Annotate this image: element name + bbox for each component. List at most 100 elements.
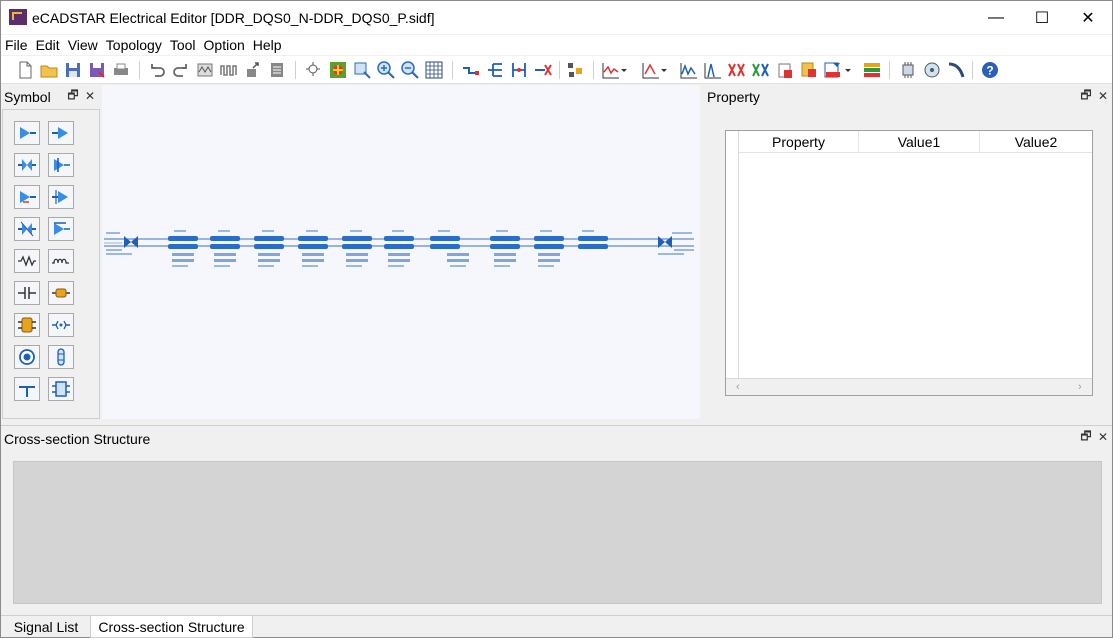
tree-icon[interactable] [484, 59, 506, 81]
schematic-canvas[interactable] [102, 85, 700, 419]
component-icon[interactable] [564, 59, 586, 81]
export-report-icon[interactable] [774, 59, 796, 81]
column-header-property[interactable]: Property [739, 131, 859, 153]
connector-icon[interactable] [14, 313, 40, 337]
row-header-gutter [726, 131, 739, 379]
menu-help[interactable]: Help [249, 35, 286, 55]
app-logo-icon [9, 9, 27, 25]
switch-icon[interactable] [48, 313, 74, 337]
redo-icon[interactable] [170, 59, 192, 81]
scroll-right-icon[interactable]: › [1078, 381, 1082, 393]
eye-dropdown-icon[interactable] [658, 59, 670, 81]
symbol-panel [2, 109, 100, 419]
disk-icon[interactable] [921, 59, 943, 81]
driver-icon[interactable] [14, 121, 40, 145]
ground-icon[interactable] [14, 377, 40, 401]
hierarchy-icon[interactable] [508, 59, 530, 81]
bidir-receiver-icon[interactable] [48, 185, 74, 209]
property-panel: Property Value1 Value2 ‹ › [704, 109, 1112, 419]
float-icon[interactable]: 🗗 [1080, 88, 1092, 103]
driver-receiver-icon[interactable] [48, 153, 74, 177]
maximize-button[interactable]: ☐ [1019, 1, 1065, 34]
cross-section-area[interactable] [13, 461, 1102, 604]
package-icon[interactable] [48, 377, 74, 401]
close-icon[interactable]: ✕ [1097, 430, 1109, 444]
zoom-window-icon[interactable] [351, 59, 373, 81]
menu-tool[interactable]: Tool [166, 35, 200, 55]
close-icon[interactable]: ✕ [84, 89, 96, 103]
minimize-icon: — [988, 8, 1004, 26]
crossed-buffer-icon[interactable] [14, 217, 40, 241]
capacitor-icon[interactable] [14, 281, 40, 305]
toolbar: ? [1, 56, 1112, 84]
horizontal-scrollbar[interactable]: ‹ › [726, 378, 1092, 395]
pulse-icon[interactable] [218, 59, 240, 81]
app-window: eCADSTAR Electrical Editor [DDR_DQS0_N-D… [0, 0, 1113, 638]
title-bar: eCADSTAR Electrical Editor [DDR_DQS0_N-D… [1, 1, 1112, 34]
save-as-icon[interactable] [86, 59, 108, 81]
fuse-icon[interactable] [48, 281, 74, 305]
buffer-enable-icon[interactable] [48, 217, 74, 241]
menu-bar: File Edit View Topology Tool Option Help [1, 35, 1112, 55]
float-icon[interactable]: 🗗 [1080, 429, 1092, 444]
undo-icon[interactable] [146, 59, 168, 81]
resistor-icon[interactable] [14, 249, 40, 273]
tab-signal-list[interactable]: Signal List [3, 616, 89, 638]
cable-icon[interactable] [945, 59, 967, 81]
help-icon[interactable]: ? [979, 59, 1001, 81]
property-grid-header: Property Value1 Value2 [739, 131, 1092, 153]
transceiver-icon[interactable] [14, 153, 40, 177]
close-icon: ✕ [1081, 9, 1095, 27]
inductor-icon[interactable] [48, 249, 74, 273]
spectrum-icon[interactable] [678, 59, 700, 81]
layer-icon[interactable] [861, 59, 883, 81]
spice-dropdown-icon[interactable] [842, 59, 854, 81]
menu-option[interactable]: Option [200, 35, 249, 55]
chip-icon[interactable] [897, 59, 919, 81]
receiver-icon[interactable] [48, 121, 74, 145]
impulse-icon[interactable] [702, 59, 724, 81]
scroll-left-icon[interactable]: ‹ [736, 381, 740, 393]
menu-topology[interactable]: Topology [102, 35, 166, 55]
svg-text:?: ? [986, 64, 993, 78]
window-title: eCADSTAR Electrical Editor [DDR_DQS0_N-D… [32, 10, 435, 26]
minimize-button[interactable]: — [973, 1, 1019, 34]
spice-icon[interactable] [822, 59, 844, 81]
export-icon[interactable] [242, 59, 264, 81]
waveform-dropdown-icon[interactable] [618, 59, 630, 81]
via-icon[interactable] [14, 345, 40, 369]
column-header-value1[interactable]: Value1 [859, 131, 980, 153]
column-header-value2[interactable]: Value2 [980, 131, 1092, 153]
pin-icon[interactable] [48, 345, 74, 369]
save-icon[interactable] [62, 59, 84, 81]
property-panel-title: Property [707, 89, 760, 105]
menu-file[interactable]: File [1, 35, 32, 55]
zoom-in-icon[interactable] [375, 59, 397, 81]
maximize-icon: ☐ [1034, 9, 1050, 27]
bidir-driver-icon[interactable] [14, 185, 40, 209]
menu-view[interactable]: View [64, 35, 102, 55]
wave-icon[interactable] [194, 59, 216, 81]
open-icon[interactable] [38, 59, 60, 81]
property-grid[interactable]: Property Value1 Value2 ‹ › [725, 130, 1093, 396]
topology-diagram [104, 230, 694, 267]
pdf-icon[interactable] [798, 59, 820, 81]
print-icon[interactable] [110, 59, 132, 81]
net-icon[interactable] [460, 59, 482, 81]
fit-icon[interactable] [303, 59, 325, 81]
delete-net-icon[interactable] [532, 59, 554, 81]
select-area-icon[interactable] [327, 59, 349, 81]
bottom-tabs: Signal List Cross-section Structure [1, 615, 1112, 638]
grid-icon[interactable] [423, 59, 445, 81]
property-panel-header: Property 🗗 ✕ [704, 85, 1112, 109]
float-icon[interactable]: 🗗 [67, 88, 79, 103]
tab-cross-section-structure[interactable]: Cross-section Structure [90, 616, 253, 638]
menu-edit[interactable]: Edit [32, 35, 64, 55]
new-icon[interactable] [14, 59, 36, 81]
close-icon[interactable]: ✕ [1097, 89, 1109, 103]
coupling-icon[interactable] [750, 59, 772, 81]
close-window-button[interactable]: ✕ [1065, 1, 1111, 34]
report-icon[interactable] [266, 59, 288, 81]
zoom-out-icon[interactable] [399, 59, 421, 81]
crosstalk-icon[interactable] [726, 59, 748, 81]
